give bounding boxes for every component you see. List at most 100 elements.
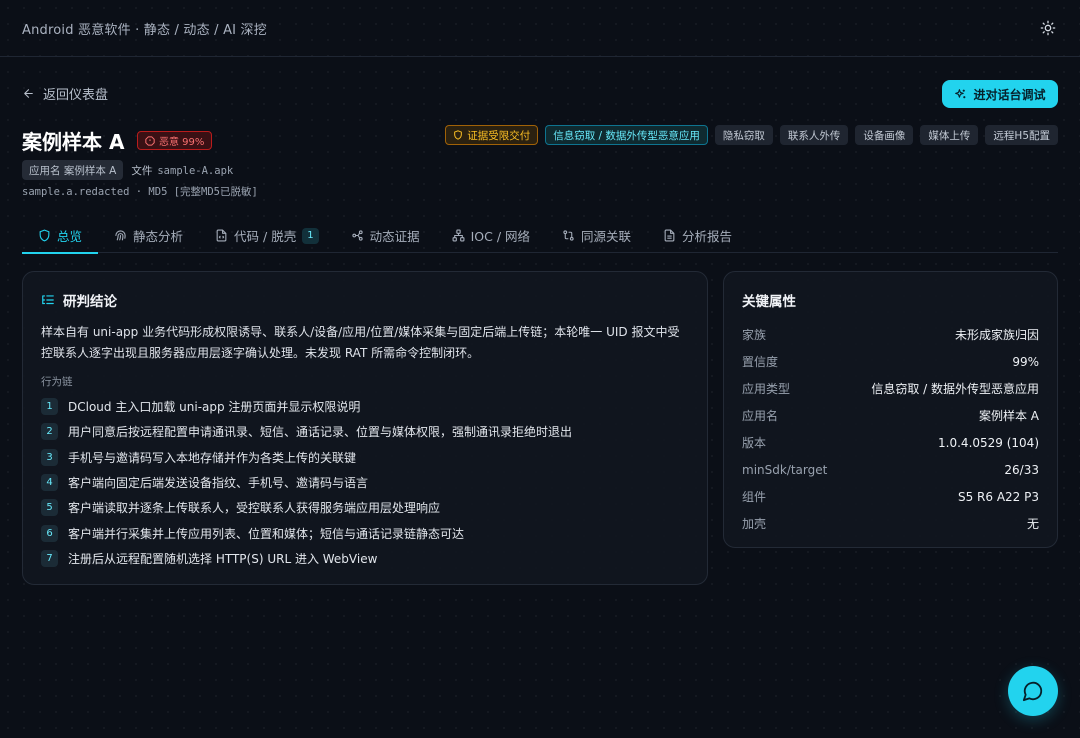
attribute-key: 应用类型 [742, 382, 791, 396]
tag-label: 信息窃取 / 数据外传型恶意应用 [553, 129, 700, 142]
code-file-icon [216, 229, 227, 242]
tab-static-analysis[interactable]: 静态分析 [98, 218, 199, 253]
tab-dynamic-evidence[interactable]: 动态证据 [335, 218, 436, 253]
tab-label: 分析报告 [682, 229, 733, 244]
sun-icon [1040, 20, 1056, 36]
conclusion-card: 研判结论 样本自有 uni-app 业务代码形成权限诱导、联系人/设备/应用/位… [22, 271, 708, 585]
document-icon [664, 229, 675, 242]
attribute-row: 组件 S5 R6 A22 P3 [742, 483, 1039, 510]
step-text: DCloud 主入口加载 uni-app 注册页面并显示权限说明 [68, 400, 361, 415]
shield-icon [39, 229, 50, 242]
back-label: 返回仪表盘 [43, 88, 109, 103]
package-line: sample.a.redacted · MD5 [完整MD5已脱敏] [22, 186, 258, 198]
tab-count-badge: 1 [302, 227, 319, 244]
step-number: 1 [41, 398, 58, 416]
sparkles-icon [955, 88, 966, 98]
tag-label: 远程H5配置 [993, 129, 1050, 142]
attribute-key: 组件 [742, 490, 767, 504]
tab-label: 动态证据 [369, 229, 420, 244]
tab-ioc-network[interactable]: IOC / 网络 [436, 218, 546, 253]
attribute-key: 家族 [742, 328, 767, 342]
attribute-key: 置信度 [742, 355, 779, 369]
tag-device-profile: 设备画像 [855, 125, 914, 145]
case-title: 案例样本 A [22, 130, 125, 154]
tab-label: 静态分析 [133, 229, 184, 244]
fingerprint-icon [115, 230, 126, 241]
attribute-row: 家族 未形成家族归因 [742, 321, 1039, 348]
theme-toggle-button[interactable] [1038, 18, 1058, 38]
tag-app-type: 信息窃取 / 数据外传型恶意应用 [545, 125, 708, 145]
tab-label: 同源关联 [581, 229, 632, 244]
attribute-value: 无 [1026, 517, 1039, 531]
debug-button-label: 进对话台调试 [973, 87, 1046, 102]
message-circle-icon [1022, 681, 1043, 702]
top-bar: Android 恶意软件 · 静态 / 动态 / AI 深挖 [0, 0, 1080, 57]
file-name: sample-A.apk [157, 164, 234, 177]
tag-evidence-limited: 证据受限交付 [445, 125, 539, 145]
step-text: 手机号与邀请码写入本地存储并作为各类上传的关联键 [68, 450, 357, 465]
tag-remote-h5: 远程H5配置 [985, 125, 1058, 145]
tab-code-unpack[interactable]: 代码 / 脱壳 1 [199, 218, 335, 253]
shield-icon [454, 130, 463, 140]
attribute-value: 99% [1012, 354, 1039, 369]
chain-step: 7 注册后从远程配置随机选择 HTTP(S) URL 进入 WebView [41, 546, 689, 571]
tag-label: 联系人外传 [787, 129, 841, 142]
tab-label: 总览 [57, 229, 83, 244]
attribute-row: 应用名 案例样本 A [742, 402, 1039, 429]
key-attributes-card: 关键属性 家族 未形成家族归因 置信度 99% 应用类型 信息窃取 / 数据外传型恶意… [723, 271, 1058, 548]
tag-contacts-exfil: 联系人外传 [779, 125, 849, 145]
network-icon [452, 229, 465, 242]
tag-privacy-theft: 隐私窃取 [714, 125, 773, 145]
conclusion-title: 研判结论 [63, 294, 117, 310]
attribute-key: 应用名 [742, 409, 779, 423]
attribute-row: 版本 1.0.4.0529 (104) [742, 429, 1039, 456]
chain-step: 5 客户端读取并逐条上传联系人，受控联系人获得服务端应用层处理响应 [41, 495, 689, 520]
step-number: 2 [41, 423, 58, 441]
step-number: 3 [41, 448, 58, 466]
attribute-key: 加壳 [742, 517, 767, 531]
attribute-value: 26/33 [1004, 462, 1039, 477]
conclusion-header: 研判结论 [41, 290, 689, 310]
tag-list: 证据受限交付 信息窃取 / 数据外传型恶意应用 隐私窃取 联系人外传 设备画像 … [445, 125, 1058, 145]
tab-report[interactable]: 分析报告 [647, 218, 748, 253]
tab-overview[interactable]: 总览 [22, 218, 99, 254]
step-text: 用户同意后按远程配置申请通讯录、短信、通话记录、位置与媒体权限，强制通讯录拒绝时… [68, 425, 573, 440]
tag-media-upload: 媒体上传 [920, 125, 979, 145]
chain-step: 3 手机号与邀请码写入本地存储并作为各类上传的关联键 [41, 445, 689, 470]
app-name-chip: 应用名 案例样本 A [22, 160, 124, 180]
app-title: Android 恶意软件 · 静态 / 动态 / AI 深挖 [22, 22, 267, 38]
list-tree-icon [42, 295, 54, 305]
step-number: 7 [41, 549, 58, 567]
file-label: 文件 [131, 164, 153, 177]
risk-badge: 恶意 99% [137, 131, 213, 150]
chain-step: 1 DCloud 主入口加载 uni-app 注册页面并显示权限说明 [41, 394, 689, 419]
step-number: 4 [41, 474, 58, 492]
file-info: 文件 sample-A.apk [131, 163, 233, 178]
workflow-icon [351, 230, 363, 241]
attribute-key: 版本 [742, 436, 767, 450]
tag-label: 设备画像 [863, 129, 906, 142]
conclusion-summary: 样本自有 uni-app 业务代码形成权限诱导、联系人/设备/应用/位置/媒体采… [41, 325, 680, 360]
chat-fab-button[interactable] [1008, 666, 1058, 716]
attribute-list: 家族 未形成家族归因 置信度 99% 应用类型 信息窃取 / 数据外传型恶意应用 应用… [742, 321, 1039, 537]
attribute-row: minSdk/target 26/33 [742, 456, 1039, 483]
step-text: 客户端读取并逐条上传联系人，受控联系人获得服务端应用层处理响应 [68, 501, 441, 516]
tag-label: 证据受限交付 [467, 129, 531, 142]
alert-octagon-icon [145, 135, 155, 146]
attributes-title: 关键属性 [742, 294, 796, 310]
attribute-row: 加壳 无 [742, 510, 1039, 537]
behavior-chain: 1 DCloud 主入口加载 uni-app 注册页面并显示权限说明 2 用户同意后… [41, 394, 689, 571]
attribute-key: minSdk/target [742, 462, 828, 477]
case-meta: 应用名 案例样本 A 文件 sample-A.apk [22, 160, 233, 180]
attribute-row: 应用类型 信息窃取 / 数据外传型恶意应用 [742, 375, 1039, 402]
chain-step: 2 用户同意后按远程配置申请通讯录、短信、通话记录、位置与媒体权限，强制通讯录拒绝… [41, 419, 689, 444]
chain-step: 4 客户端向固定后端发送设备指纹、手机号、邀请码与语言 [41, 470, 689, 495]
attribute-value: 信息窃取 / 数据外传型恶意应用 [871, 382, 1039, 396]
open-chat-debug-button[interactable]: 进对话台调试 [942, 80, 1058, 108]
tab-homology[interactable]: 同源关联 [546, 218, 647, 253]
back-to-dashboard-link[interactable]: 返回仪表盘 [22, 84, 108, 103]
step-number: 6 [41, 524, 58, 542]
attribute-value: 未形成家族归因 [954, 328, 1039, 342]
tab-label: 代码 / 脱壳 [234, 229, 297, 244]
arrow-left-icon [24, 89, 33, 98]
